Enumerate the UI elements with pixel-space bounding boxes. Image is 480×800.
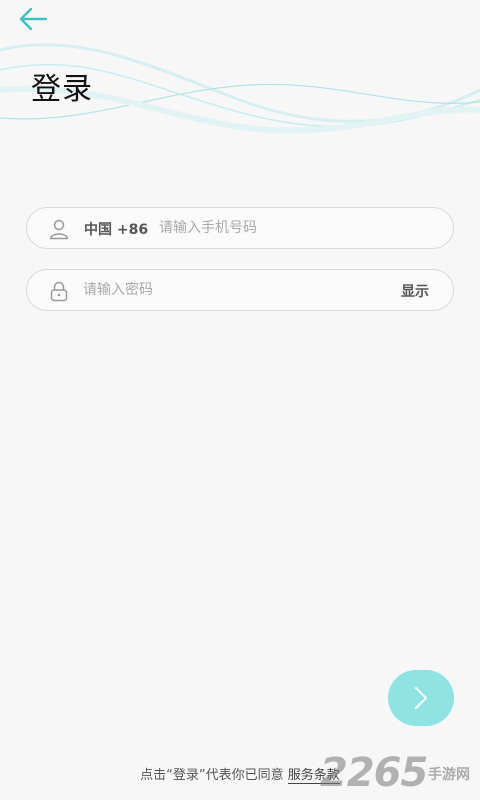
next-button[interactable]: [388, 670, 454, 726]
watermark-number: 2265: [320, 750, 428, 796]
password-field: 显示: [26, 269, 454, 311]
password-input[interactable]: [83, 278, 383, 302]
agreement-label: 点击“登录”代表你已同意: [140, 768, 284, 783]
country-code-selector[interactable]: 中国 +86: [84, 219, 148, 239]
phone-input[interactable]: [159, 216, 429, 240]
arrow-left-icon: [19, 7, 48, 31]
back-button[interactable]: [16, 4, 50, 34]
page-title: 登录: [31, 72, 93, 107]
show-password-toggle[interactable]: 显示: [401, 281, 429, 301]
watermark-suffix: 手游网: [428, 767, 470, 783]
chevron-right-icon: [415, 687, 427, 709]
phone-field: 中国 +86: [26, 207, 454, 249]
lock-icon: [48, 280, 70, 302]
watermark-logo: 2265 手游网: [320, 750, 470, 796]
user-icon: [48, 218, 70, 240]
login-screen: 登录 中国 +86 显示 点击“登录”代表你已同意 服务条款: [0, 0, 480, 800]
